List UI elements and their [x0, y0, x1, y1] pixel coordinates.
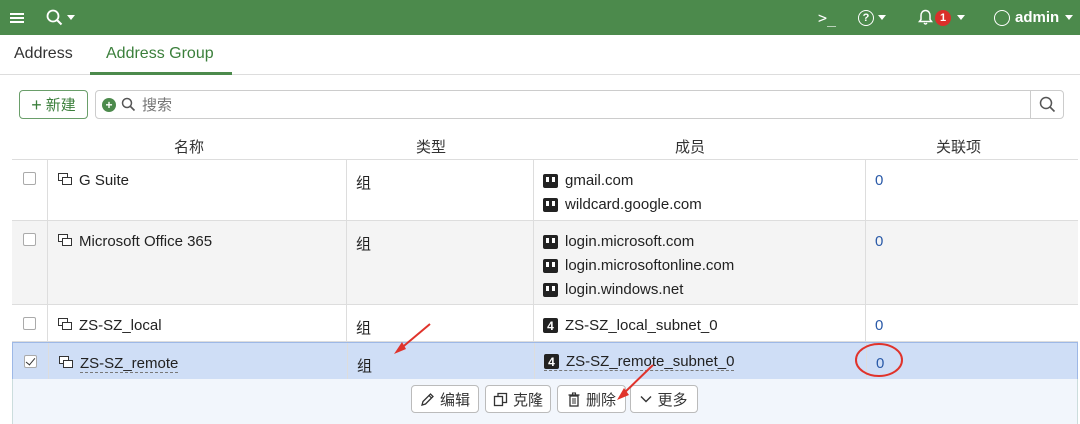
group-name[interactable]: Microsoft Office 365 — [79, 233, 212, 250]
search-bar: + — [95, 90, 1064, 119]
column-header-type[interactable]: 类型 — [416, 136, 446, 157]
terminal-icon: >_ — [818, 8, 837, 27]
address-icon — [543, 258, 558, 273]
table-row[interactable]: ZS-SZ_local 组 4 ZS-SZ_local_subnet_0 0 — [12, 305, 1078, 342]
hamburger-icon[interactable] — [10, 0, 26, 35]
group-name[interactable]: ZS-SZ_local — [79, 317, 162, 334]
member-item[interactable]: 4 ZS-SZ_local_subnet_0 — [543, 317, 718, 334]
row-checkbox[interactable] — [23, 233, 36, 246]
address-group-icon — [59, 356, 75, 370]
chevron-down-icon — [640, 396, 652, 403]
cli-console-button[interactable]: >_ — [818, 0, 836, 35]
address-icon — [543, 282, 558, 297]
trash-icon — [568, 391, 580, 407]
search-icon — [1039, 96, 1055, 113]
column-header-references[interactable]: 关联项 — [936, 136, 981, 157]
group-name[interactable]: G Suite — [79, 172, 129, 189]
member-item[interactable]: gmail.com — [543, 172, 633, 189]
notification-count-badge: 1 — [935, 9, 951, 26]
address-group-icon — [58, 234, 74, 248]
tab-address-group[interactable]: Address Group — [106, 45, 214, 63]
global-search-button[interactable] — [46, 0, 75, 35]
help-menu-button[interactable]: ? — [858, 0, 886, 35]
address-group-icon — [58, 318, 74, 332]
reference-count-link[interactable]: 0 — [876, 355, 884, 372]
notifications-button[interactable]: 1 — [918, 0, 965, 35]
group-name[interactable]: ZS-SZ_remote — [80, 355, 179, 373]
column-header-name[interactable]: 名称 — [174, 136, 204, 157]
tab-address[interactable]: Address — [14, 45, 73, 63]
search-submit-button[interactable] — [1030, 91, 1063, 118]
table-row[interactable]: G Suite 组 gmail.com wildcard.google.com … — [12, 160, 1078, 221]
chevron-down-icon — [957, 15, 965, 20]
row-action-bar: 编辑 克隆 删除 更多 — [12, 379, 1078, 424]
reference-count-link[interactable]: 0 — [875, 317, 883, 334]
more-button[interactable]: 更多 — [630, 385, 698, 413]
address-icon — [543, 197, 558, 212]
edit-button[interactable]: 编辑 — [411, 385, 479, 413]
table-row-selected[interactable]: ZS-SZ_remote 组 4 ZS-SZ_remote_subnet_0 0 — [12, 342, 1078, 380]
row-checkbox-checked[interactable] — [24, 355, 37, 368]
column-header-members[interactable]: 成员 — [675, 136, 705, 157]
chevron-down-icon — [67, 15, 75, 20]
search-input[interactable] — [142, 95, 1022, 115]
clone-button-label: 克隆 — [512, 391, 543, 409]
add-filter-icon[interactable]: + — [102, 98, 116, 112]
clone-button[interactable]: 克隆 — [485, 385, 551, 413]
member-item[interactable]: login.microsoft.com — [543, 233, 694, 250]
user-menu-button[interactable]: admin — [994, 0, 1074, 35]
chevron-down-icon — [1065, 15, 1074, 20]
tab-bar: Address Address Group — [0, 35, 1080, 75]
table-row[interactable]: Microsoft Office 365 组 login.microsoft.c… — [12, 221, 1078, 305]
user-avatar-icon — [994, 9, 1010, 26]
plus-icon: + — [31, 94, 42, 115]
new-button[interactable]: + 新建 — [19, 90, 88, 119]
username: admin — [1015, 9, 1060, 26]
group-type: 组 — [357, 358, 373, 375]
help-icon: ? — [858, 9, 874, 26]
member-item[interactable]: wildcard.google.com — [543, 196, 702, 213]
address-group-icon — [58, 173, 74, 187]
member-item[interactable]: login.windows.net — [543, 281, 683, 298]
chevron-down-icon — [878, 15, 886, 20]
delete-button-label: 删除 — [585, 391, 616, 409]
reference-count-link[interactable]: 0 — [875, 233, 883, 250]
top-navigation-bar: >_ ? 1 admin — [0, 0, 1080, 35]
ipv4-subnet-icon: 4 — [544, 354, 559, 369]
member-item[interactable]: login.microsoftonline.com — [543, 257, 734, 274]
active-tab-indicator — [90, 72, 232, 75]
ipv4-subnet-icon: 4 — [543, 318, 558, 333]
search-icon — [121, 97, 136, 112]
search-icon — [46, 9, 63, 26]
group-type: 组 — [356, 236, 372, 253]
address-group-table: G Suite 组 gmail.com wildcard.google.com … — [12, 159, 1078, 380]
reference-count-link[interactable]: 0 — [875, 172, 883, 189]
group-type: 组 — [356, 320, 372, 337]
row-checkbox[interactable] — [23, 317, 36, 330]
more-button-label: 更多 — [657, 391, 688, 409]
pencil-icon — [421, 392, 434, 406]
address-icon — [543, 234, 558, 249]
bell-icon — [918, 9, 933, 25]
clone-icon — [493, 392, 508, 406]
member-item[interactable]: 4 ZS-SZ_remote_subnet_0 — [544, 353, 735, 371]
new-button-label: 新建 — [45, 97, 76, 114]
edit-button-label: 编辑 — [439, 391, 470, 409]
address-icon — [543, 173, 558, 188]
delete-button[interactable]: 删除 — [557, 385, 626, 413]
group-type: 组 — [356, 175, 372, 192]
row-checkbox[interactable] — [23, 172, 36, 185]
